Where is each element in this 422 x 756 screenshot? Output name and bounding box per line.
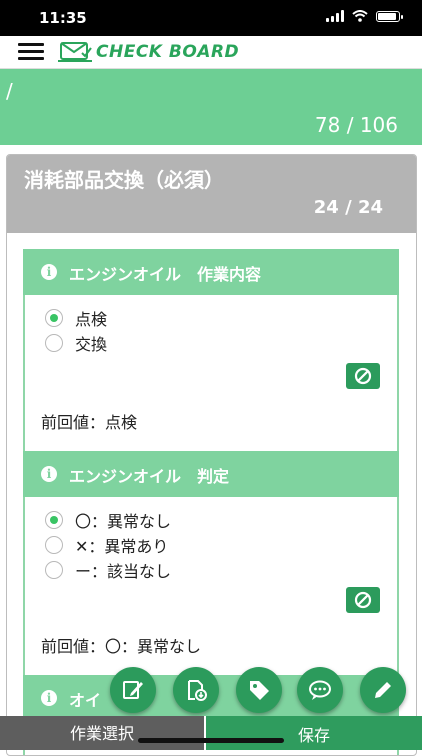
category-panel: 消耗部品交換（必須） 24 / 24 i エンジンオイル 作業内容 点検 交換 … [6, 154, 417, 756]
tag-button[interactable] [236, 667, 282, 713]
signal-icon [326, 10, 344, 22]
app-header: CHECK BOARD [0, 36, 422, 69]
radio-option-label: ✕：異常あり [75, 536, 169, 556]
radio-option[interactable]: ー：該当なし [45, 557, 397, 582]
download-doc-icon [188, 680, 207, 701]
progress-banner: / 78 / 106 [0, 69, 422, 145]
previous-value: 前回値：〇：異常なし [41, 637, 202, 656]
comment-button[interactable] [297, 667, 343, 713]
work-select-button[interactable]: 作業選択 [0, 716, 204, 750]
edit-button[interactable] [360, 667, 406, 713]
check-item-title: エンジンオイル 判定 [69, 467, 230, 486]
battery-icon [376, 10, 403, 22]
bottom-bar: 作業選択 保存 [0, 716, 422, 750]
radio-option-label: 交換 [75, 334, 108, 354]
wifi-icon [352, 10, 368, 22]
info-icon[interactable]: i [41, 690, 57, 706]
save-button[interactable]: 保存 [204, 716, 422, 750]
check-item-title: オイ [69, 691, 102, 710]
check-item-header: i エンジンオイル 作業内容 [23, 249, 399, 295]
category-title: 消耗部品交換（必須） [24, 168, 224, 192]
prohibit-icon [354, 591, 372, 609]
check-item: i エンジンオイル 作業内容 点検 交換 前回値：点検 [23, 249, 399, 451]
tag-icon [250, 681, 269, 700]
check-board-logo-icon [58, 42, 92, 62]
hamburger-menu-icon[interactable] [18, 43, 44, 61]
radio-option-label: ー：該当なし [75, 561, 172, 581]
category-header[interactable]: 消耗部品交換（必須） 24 / 24 [7, 155, 416, 233]
radio-option[interactable]: 〇：異常なし [45, 507, 397, 532]
radio-button[interactable] [45, 560, 63, 579]
category-count: 24 / 24 [313, 197, 383, 218]
home-indicator [138, 738, 284, 743]
radio-button[interactable] [45, 535, 63, 554]
previous-value: 前回値：点検 [41, 413, 138, 432]
chat-icon [309, 680, 331, 700]
info-icon[interactable]: i [41, 264, 57, 280]
prohibit-icon [354, 367, 372, 385]
status-time: 11:35 [39, 9, 87, 27]
radio-option[interactable]: 交換 [45, 330, 397, 355]
download-button[interactable] [173, 667, 219, 713]
check-item-title: エンジンオイル 作業内容 [69, 265, 262, 284]
info-icon[interactable]: i [41, 466, 57, 482]
radio-option-label: 〇：異常なし [75, 511, 172, 531]
radio-button-selected[interactable] [45, 510, 63, 529]
clear-selection-button[interactable] [346, 587, 380, 613]
radio-group: 点検 交換 [25, 295, 397, 355]
app-logo-text: CHECK BOARD [96, 42, 240, 62]
clear-selection-button[interactable] [346, 363, 380, 389]
radio-option[interactable]: ✕：異常あり [45, 532, 397, 557]
radio-group: 〇：異常なし ✕：異常あり ー：該当なし [25, 497, 397, 582]
banner-path: / [6, 79, 13, 103]
pencil-icon [375, 682, 391, 698]
overall-progress-count: 78 / 106 [314, 113, 398, 137]
status-bar: 11:35 [0, 0, 422, 36]
note-edit-icon [123, 681, 143, 699]
radio-button-selected[interactable] [45, 308, 63, 327]
check-item: i エンジンオイル 判定 〇：異常なし ✕：異常あり ー：該当なし 前回値：〇： [23, 451, 399, 675]
radio-button[interactable] [45, 333, 63, 352]
radio-option[interactable]: 点検 [45, 305, 397, 330]
check-item-header: i エンジンオイル 判定 [23, 451, 399, 497]
status-icons [326, 10, 403, 22]
edit-note-button[interactable] [110, 667, 156, 713]
radio-option-label: 点検 [75, 309, 108, 329]
